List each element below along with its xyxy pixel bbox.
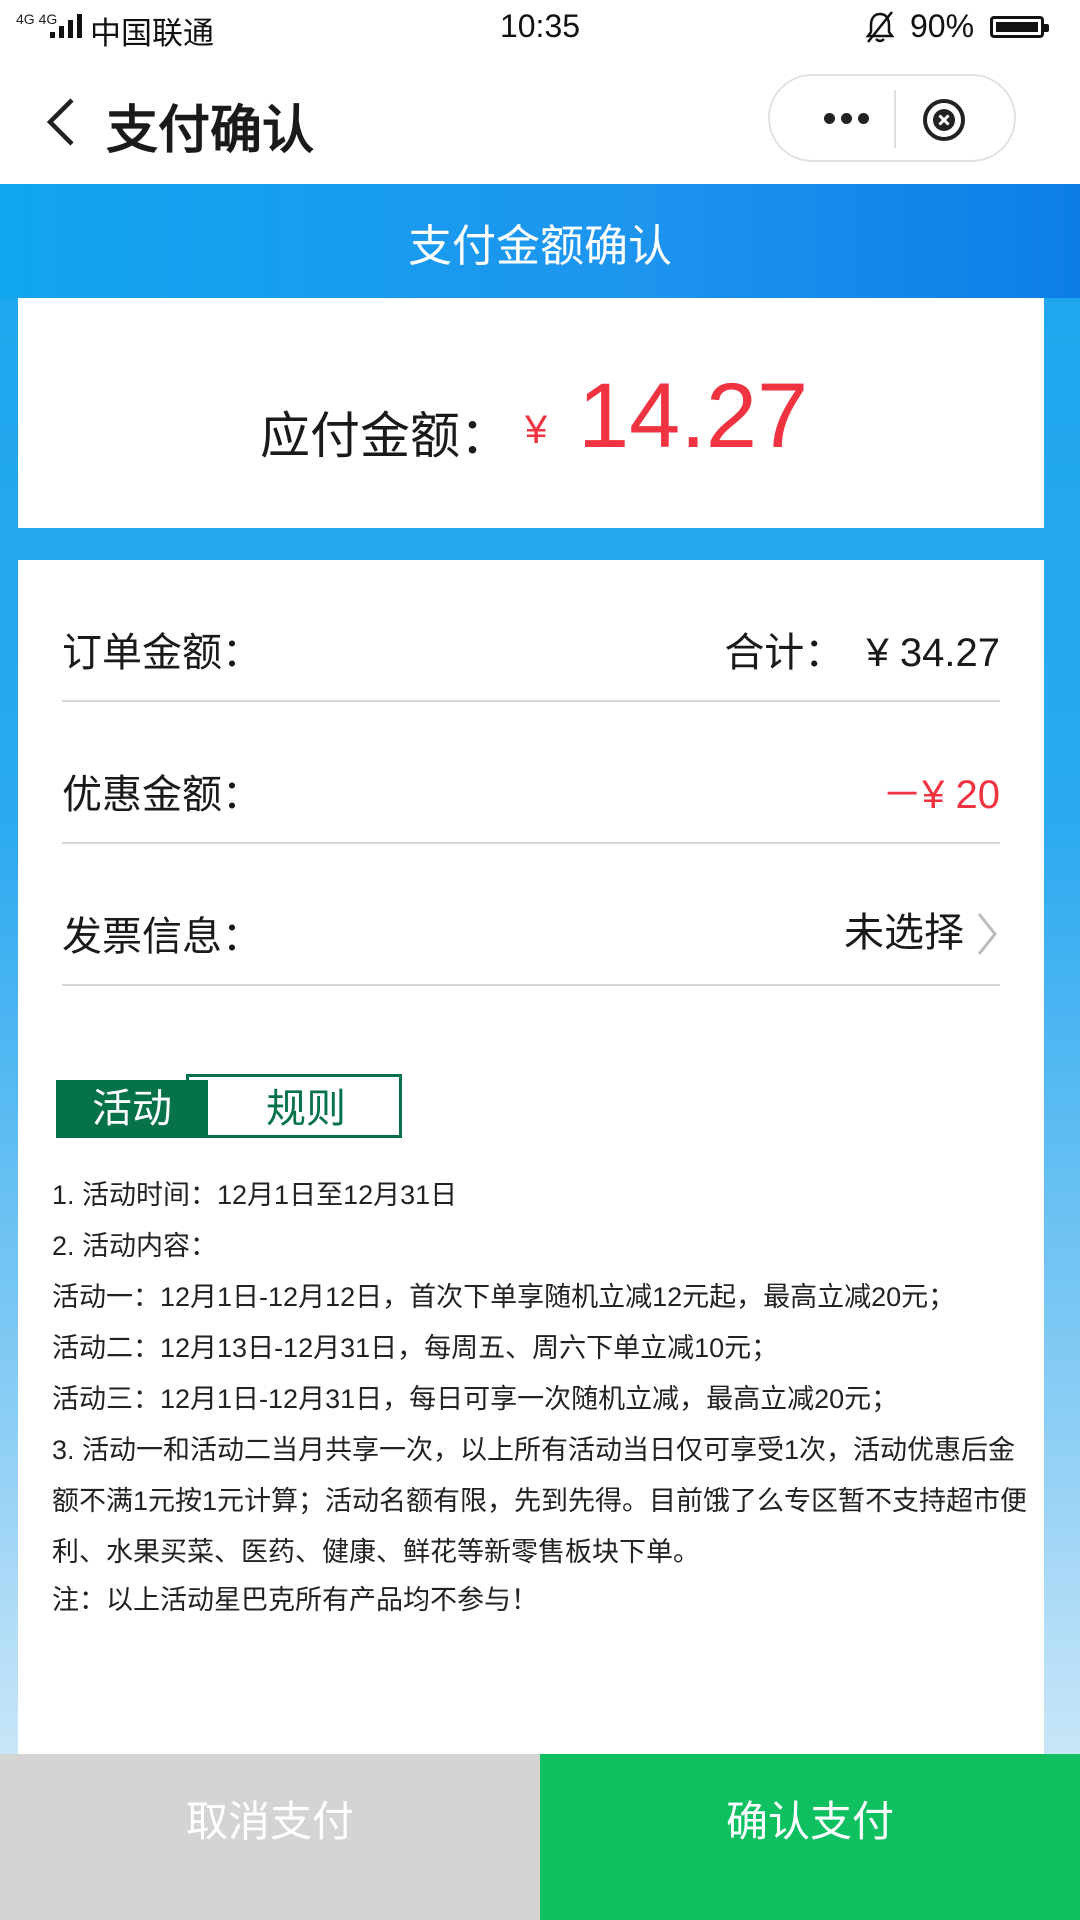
order-amount-label: 订单金额： <box>62 631 262 675</box>
invoice-info-value: 未选择 <box>844 911 964 955</box>
status-bar: 4G 4G 中国联通 10:35 90% <box>0 0 1080 60</box>
close-icon[interactable] <box>920 96 968 144</box>
chevron-right-icon <box>977 913 997 955</box>
amount-label: 应付金额： <box>260 408 510 464</box>
rule-line: 活动二：12月13日-12月31日，每周五、周六下单立减10元； <box>52 1333 779 1363</box>
order-detail-card: 订单金额： 合计： ¥ 34.27 优惠金额： －¥ 20 发票信息： 未选择 … <box>18 560 1044 1754</box>
tab-activity[interactable]: 活动 <box>56 1080 208 1138</box>
rule-line: 活动一：12月1日-12月12日，首次下单享随机立减12元起，最高立减20元； <box>52 1282 956 1312</box>
header-banner: 支付金额确认 <box>0 184 1080 298</box>
battery-percent: 90% <box>910 8 975 44</box>
confirm-payment-button[interactable]: 确认支付 <box>540 1754 1080 1920</box>
amount-card: 应付金额： ¥ 14.27 <box>18 298 1044 528</box>
discount-amount-value: －¥ 20 <box>882 773 1000 817</box>
navigation-bar: 支付确认 <box>0 60 1080 184</box>
page-title: 支付确认 <box>106 102 315 160</box>
mini-program-capsule <box>768 74 1016 162</box>
mute-bell-icon <box>865 11 895 43</box>
currency-symbol: ¥ <box>525 408 548 452</box>
tab-rule-label[interactable]: 规则 <box>266 1080 346 1138</box>
activity-tabs: 活动 规则 <box>56 1074 402 1144</box>
order-amount-value: 合计： ¥ 34.27 <box>724 631 1000 675</box>
battery-icon <box>990 16 1049 38</box>
banner-title: 支付金额确认 <box>408 222 672 271</box>
discount-amount-label: 优惠金额： <box>62 773 262 817</box>
activity-rules: 1. 活动时间：12月1日至12月31日 2. 活动内容： 活动一：12月1日-… <box>52 1170 1042 1622</box>
payable-amount: 14.27 <box>578 365 809 467</box>
rule-line: 3. 活动一和活动二当月共享一次，以上所有活动当日仅可享受1次，活动优惠后金额不… <box>52 1435 1028 1567</box>
rule-line: 2. 活动内容： <box>52 1231 218 1261</box>
invoice-info-row[interactable]: 发票信息： 未选择 <box>62 844 1000 986</box>
capsule-divider <box>894 90 896 148</box>
order-amount-row: 订单金额： 合计： ¥ 34.27 <box>62 560 1000 702</box>
rule-line: 活动三：12月1日-12月31日，每日可享一次随机立减，最高立减20元； <box>52 1384 899 1414</box>
cancel-payment-button[interactable]: 取消支付 <box>0 1754 540 1920</box>
discount-amount-row: 优惠金额： －¥ 20 <box>62 702 1000 844</box>
rule-note: 注：以上活动星巴克所有产品均不参与！ <box>52 1585 538 1615</box>
back-arrow-icon[interactable] <box>42 94 78 150</box>
invoice-info-label: 发票信息： <box>62 915 262 959</box>
rule-line: 1. 活动时间：12月1日至12月31日 <box>52 1180 458 1210</box>
more-icon[interactable] <box>824 111 875 129</box>
